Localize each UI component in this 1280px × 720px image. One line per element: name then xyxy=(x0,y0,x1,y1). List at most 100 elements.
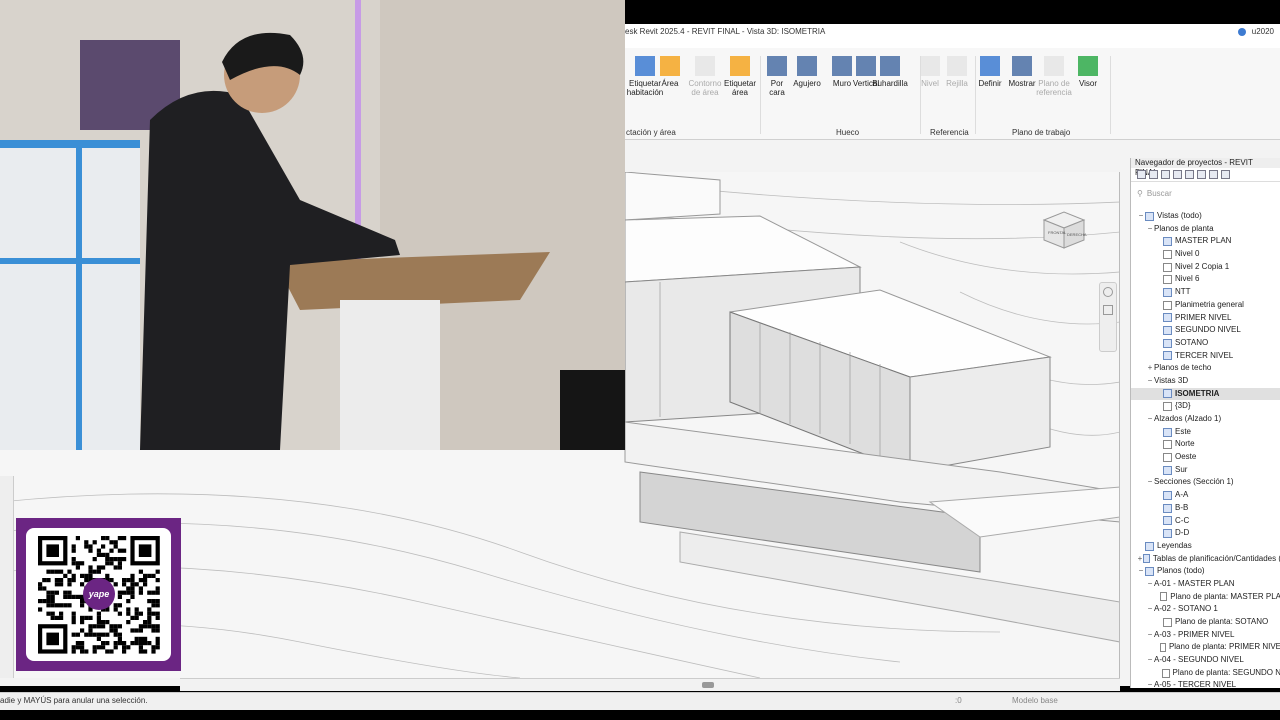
collapse-toggle-icon[interactable]: − xyxy=(1146,413,1154,426)
browser-node[interactable]: C-C xyxy=(1131,515,1280,528)
navigation-bar[interactable] xyxy=(1099,282,1117,352)
qr-module xyxy=(122,649,127,654)
user-area[interactable]: u2020 xyxy=(1237,27,1274,36)
browser-node[interactable]: MASTER PLAN xyxy=(1131,235,1280,248)
browser-node[interactable]: − Secciones (Sección 1) xyxy=(1131,476,1280,489)
qr-module xyxy=(59,615,64,620)
browser-node[interactable]: Nivel 2 Copia 1 xyxy=(1131,261,1280,274)
browser-node[interactable]: − A-02 - SOTANO 1 xyxy=(1131,603,1280,616)
qr-module xyxy=(80,573,85,578)
browser-node[interactable]: TERCER NIVEL xyxy=(1131,350,1280,363)
qr-module xyxy=(101,565,106,570)
browser-node[interactable]: − A-01 - MASTER PLAN xyxy=(1131,578,1280,591)
collapse-toggle-icon[interactable]: − xyxy=(1146,375,1154,388)
qr-module xyxy=(46,590,51,595)
qr-code: yape xyxy=(26,528,171,661)
qr-module xyxy=(151,624,156,629)
browser-node[interactable]: Sur xyxy=(1131,464,1280,477)
qr-module xyxy=(80,603,85,608)
browser-node[interactable]: Nivel 0 xyxy=(1131,248,1280,261)
collapse-toggle-icon[interactable]: − xyxy=(1137,210,1145,223)
schedule-icon xyxy=(1142,554,1150,564)
qr-module xyxy=(67,582,72,587)
browser-node[interactable]: − A-05 - TERCER NIVEL xyxy=(1131,679,1280,692)
ribbon-button-area[interactable]: Área xyxy=(650,56,690,88)
show-workplane-icon xyxy=(1012,56,1032,76)
ribbon-group-label[interactable]: Hueco xyxy=(836,128,859,137)
viewcube[interactable]: FRONTAL DERECHA xyxy=(1042,210,1088,255)
browser-node[interactable]: − A-03 - PRIMER NIVEL xyxy=(1131,629,1280,642)
collapse-toggle-icon[interactable]: − xyxy=(1146,679,1154,692)
browser-node[interactable]: − A-04 - SEGUNDO NIVEL xyxy=(1131,654,1280,667)
ribbon-group-label[interactable]: Plano de trabajo xyxy=(1012,128,1070,137)
expand-icon[interactable] xyxy=(1185,170,1194,179)
table-icon[interactable] xyxy=(1173,170,1182,179)
browser-node[interactable]: D-D xyxy=(1131,527,1280,540)
ribbon-button-shaft[interactable]: Agujero xyxy=(787,56,827,88)
ribbon-button-area-boundary[interactable]: Contorno de área xyxy=(685,56,725,97)
browser-node[interactable]: Plano de planta: MASTER PLA xyxy=(1131,591,1280,604)
browser-node[interactable]: NTT xyxy=(1131,286,1280,299)
payment-qr-card: yape xyxy=(16,518,181,671)
browser-node[interactable]: − Alzados (Alzado 1) xyxy=(1131,413,1280,426)
qr-module xyxy=(130,582,135,587)
qr-module xyxy=(147,599,152,604)
browser-node[interactable]: A-A xyxy=(1131,489,1280,502)
browser-node[interactable]: Plano de planta: PRIMER NIVE xyxy=(1131,641,1280,654)
qr-module xyxy=(88,548,93,553)
browser-search[interactable]: ⚲ Buscar xyxy=(1137,186,1274,200)
ribbon-button-tag-area[interactable]: Etiquetar área xyxy=(720,56,760,97)
browser-node[interactable]: SOTANO xyxy=(1131,337,1280,350)
collapse-toggle-icon[interactable]: − xyxy=(1137,565,1145,578)
steering-wheel-icon[interactable] xyxy=(1103,287,1113,297)
sheet-icon[interactable] xyxy=(1161,170,1170,179)
link-icon[interactable] xyxy=(1221,170,1230,179)
browser-node[interactable]: Oeste xyxy=(1131,451,1280,464)
browser-node[interactable]: {3D} xyxy=(1131,400,1280,413)
browser-node[interactable]: − Vistas 3D xyxy=(1131,375,1280,388)
browser-node[interactable]: SEGUNDO NIVEL xyxy=(1131,324,1280,337)
horizontal-scrollbar-thumb[interactable] xyxy=(702,682,714,688)
browser-node[interactable]: Este xyxy=(1131,426,1280,439)
browser-node[interactable]: − Vistas (todo) xyxy=(1131,210,1280,223)
browser-node[interactable]: + Planos de techo xyxy=(1131,362,1280,375)
window-title: esk Revit 2025.4 - REVIT FINAL - Vista 3… xyxy=(625,27,826,36)
browser-node[interactable]: ISOMETRIA xyxy=(1131,387,1280,401)
filter-icon[interactable] xyxy=(1209,170,1218,179)
collapse-icon[interactable] xyxy=(1197,170,1206,179)
qr-module xyxy=(101,544,106,549)
browser-node[interactable]: − Planos (todo) xyxy=(1131,565,1280,578)
browser-node[interactable]: Nivel 6 xyxy=(1131,273,1280,286)
expand-toggle-icon[interactable]: + xyxy=(1146,362,1154,375)
collapse-toggle-icon[interactable]: − xyxy=(1146,603,1154,616)
browser-node[interactable]: + Tablas de planificación/Cantidades ( xyxy=(1131,553,1280,566)
qr-module xyxy=(117,611,122,616)
browser-node[interactable]: Plano de planta: SEGUNDO N xyxy=(1131,667,1280,680)
collapse-toggle-icon[interactable]: − xyxy=(1146,578,1154,591)
browser-node[interactable]: Planimetria general xyxy=(1131,299,1280,312)
zoom-icon[interactable] xyxy=(1103,305,1113,315)
tree-icon[interactable] xyxy=(1149,170,1158,179)
browser-node[interactable]: − Planos de planta xyxy=(1131,223,1280,236)
qr-module xyxy=(155,590,160,595)
qr-module xyxy=(143,624,148,629)
ribbon-group-label[interactable]: ctación y área xyxy=(626,128,676,137)
views-icon xyxy=(1145,211,1154,221)
ribbon-button-dormer[interactable]: Buhardilla xyxy=(870,56,910,88)
qr-module xyxy=(122,536,127,541)
home-icon[interactable] xyxy=(1137,170,1146,179)
browser-node[interactable]: B-B xyxy=(1131,502,1280,515)
collapse-toggle-icon[interactable]: − xyxy=(1146,629,1154,642)
browser-node[interactable]: PRIMER NIVEL xyxy=(1131,312,1280,325)
ribbon-button-label: Visor xyxy=(1078,79,1098,88)
qr-module xyxy=(105,641,110,646)
ribbon-group-label[interactable]: Referencia xyxy=(930,128,969,137)
collapse-toggle-icon[interactable]: − xyxy=(1146,223,1154,236)
browser-node[interactable]: Plano de planta: SOTANO xyxy=(1131,616,1280,629)
browser-node[interactable]: Norte xyxy=(1131,438,1280,451)
ribbon-button-viewer[interactable]: Visor xyxy=(1068,56,1108,88)
browser-node-label: Nivel 6 xyxy=(1175,274,1200,284)
collapse-toggle-icon[interactable]: − xyxy=(1146,654,1154,667)
collapse-toggle-icon[interactable]: − xyxy=(1146,476,1154,489)
browser-node[interactable]: Leyendas xyxy=(1131,540,1280,553)
